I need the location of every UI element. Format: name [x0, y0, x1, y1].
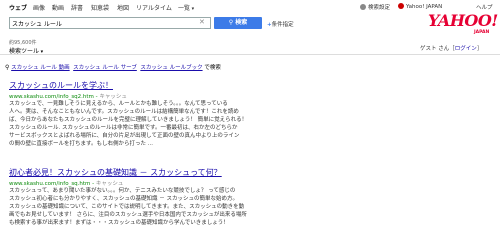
search-box: ✕	[9, 17, 211, 29]
guest-greeting: ゲスト さん［ログイン］	[420, 46, 483, 52]
home-icon	[398, 3, 404, 9]
help-link[interactable]: ヘルプ	[476, 3, 493, 11]
nav-map[interactable]: 地図	[117, 3, 129, 12]
chevron-down-icon: ▾	[190, 6, 195, 12]
snippet-line: 人へ。実は、そんなこともないんです。スカッシュのルールは結構簡単なんです！これを…	[9, 109, 239, 115]
advanced-search-label: 条件指定	[271, 22, 294, 28]
snippet-line: スカッシュ初心者にも分かりやすく、スカッシュの基礎知識 － スカッシュの簡単な始…	[9, 196, 238, 202]
search-settings-label: 検索設定	[368, 5, 391, 11]
related-searches: ⚲ スカッシュ ルール 動画 スカッシュ ルール サーブ スカッシュ ルールブッ…	[5, 63, 221, 71]
result-url: www.skashu.com/info_sq2.htm - キャッシュ	[9, 94, 127, 100]
nav-images[interactable]: 画像	[33, 3, 45, 12]
search-settings-link[interactable]: 検索設定	[360, 3, 390, 11]
related-item[interactable]: スカッシュ ルール 動画	[11, 65, 70, 71]
result-snippet: スカッシュって、あまり聞いた事がない。。。何か、テニスみたいな競技でしょ？ って…	[9, 187, 247, 227]
nav-dictionary[interactable]: 辞書	[71, 3, 83, 12]
nav-web[interactable]: ウェブ	[9, 3, 27, 12]
result-title[interactable]: 初心者必見！スカッシュの基礎知識 － スカッシュって何？	[9, 167, 222, 178]
snippet-line: 画でもお見せしています！ さらに、注目のスカッシュ選手や日本国内でスカッシュが出…	[9, 212, 247, 218]
related-suffix: で検索	[204, 65, 221, 71]
result-url: www.skashu.com/info_sq.htm - キャッシュ	[9, 181, 124, 187]
gear-icon	[360, 4, 366, 10]
login-link[interactable]: ログイン	[455, 46, 477, 52]
snippet-line: スカッシュの基礎知識について、このサイトでは説明してきます。また、スカッシュの動…	[9, 204, 245, 210]
search-button[interactable]: ⚲ 検索	[214, 17, 262, 29]
snippet-line: スカッシュで、一見難しそうに見えるから、ルールとかも難しそう。。。なんて思ってい…	[9, 101, 228, 107]
guest-name: ゲスト	[420, 46, 437, 52]
nav-realtime[interactable]: リアルタイム	[136, 3, 172, 12]
snippet-line: ば、今日からあなたもスカッシュのルールを完璧に理解していきましょう！ 簡単に覚え…	[9, 117, 248, 123]
result-title[interactable]: スカッシュのルールを学ぶ！	[9, 80, 113, 91]
nav-list-label: 一覧	[178, 5, 191, 12]
search-input[interactable]	[12, 18, 192, 28]
yahoo-japan-link[interactable]: Yahoo! JAPAN	[398, 3, 442, 10]
divider	[0, 54, 500, 55]
snippet-line: の間の壁に直接ボールを打ちます。もし右側から打った ...	[9, 141, 153, 147]
logo-sub: JAPAN	[474, 30, 490, 35]
nav-chiebukuro[interactable]: 知恵袋	[91, 3, 109, 12]
nav-video[interactable]: 動画	[52, 3, 64, 12]
guest-honorific: さん	[438, 46, 450, 52]
logo-text: YAHOO!	[428, 11, 498, 30]
search-button-label: 検索	[235, 19, 248, 26]
related-item[interactable]: スカッシュ ルール サーブ	[73, 65, 137, 71]
result-count: 約95,600件	[9, 40, 37, 46]
result-snippet: スカッシュで、一見難しそうに見えるから、ルールとかも難しそう。。。なんて思ってい…	[9, 100, 247, 148]
clear-icon[interactable]: ✕	[199, 18, 205, 26]
advanced-search-link[interactable]: +条件指定	[267, 20, 294, 28]
snippet-line: サービスボックスとよばれる場所に、自分の片足が出現して正面の壁の真ん中より上のラ…	[9, 133, 240, 139]
snippet-line: スカッシュのルール. スカッシュのルールは非常に簡単です。一番最初は、右か左のど…	[9, 125, 238, 131]
yahoo-logo[interactable]: YAHOO! JAPAN	[428, 11, 498, 37]
nav-list[interactable]: 一覧 ▾	[178, 3, 194, 12]
snippet-line: も検索する事が出来ます！まずは・・・スカッシュの基礎知識から学んでいきましょう！	[9, 220, 229, 226]
yahoo-japan-label: Yahoo! JAPAN	[406, 4, 443, 10]
search-icon: ⚲	[228, 19, 234, 26]
search-icon: ⚲	[5, 64, 10, 71]
snippet-line: スカッシュって、あまり聞いた事がない。。。何か、テニスみたいな競技でしょ？ って…	[9, 188, 236, 194]
related-item[interactable]: スカッシュ ルールブック	[140, 65, 202, 71]
